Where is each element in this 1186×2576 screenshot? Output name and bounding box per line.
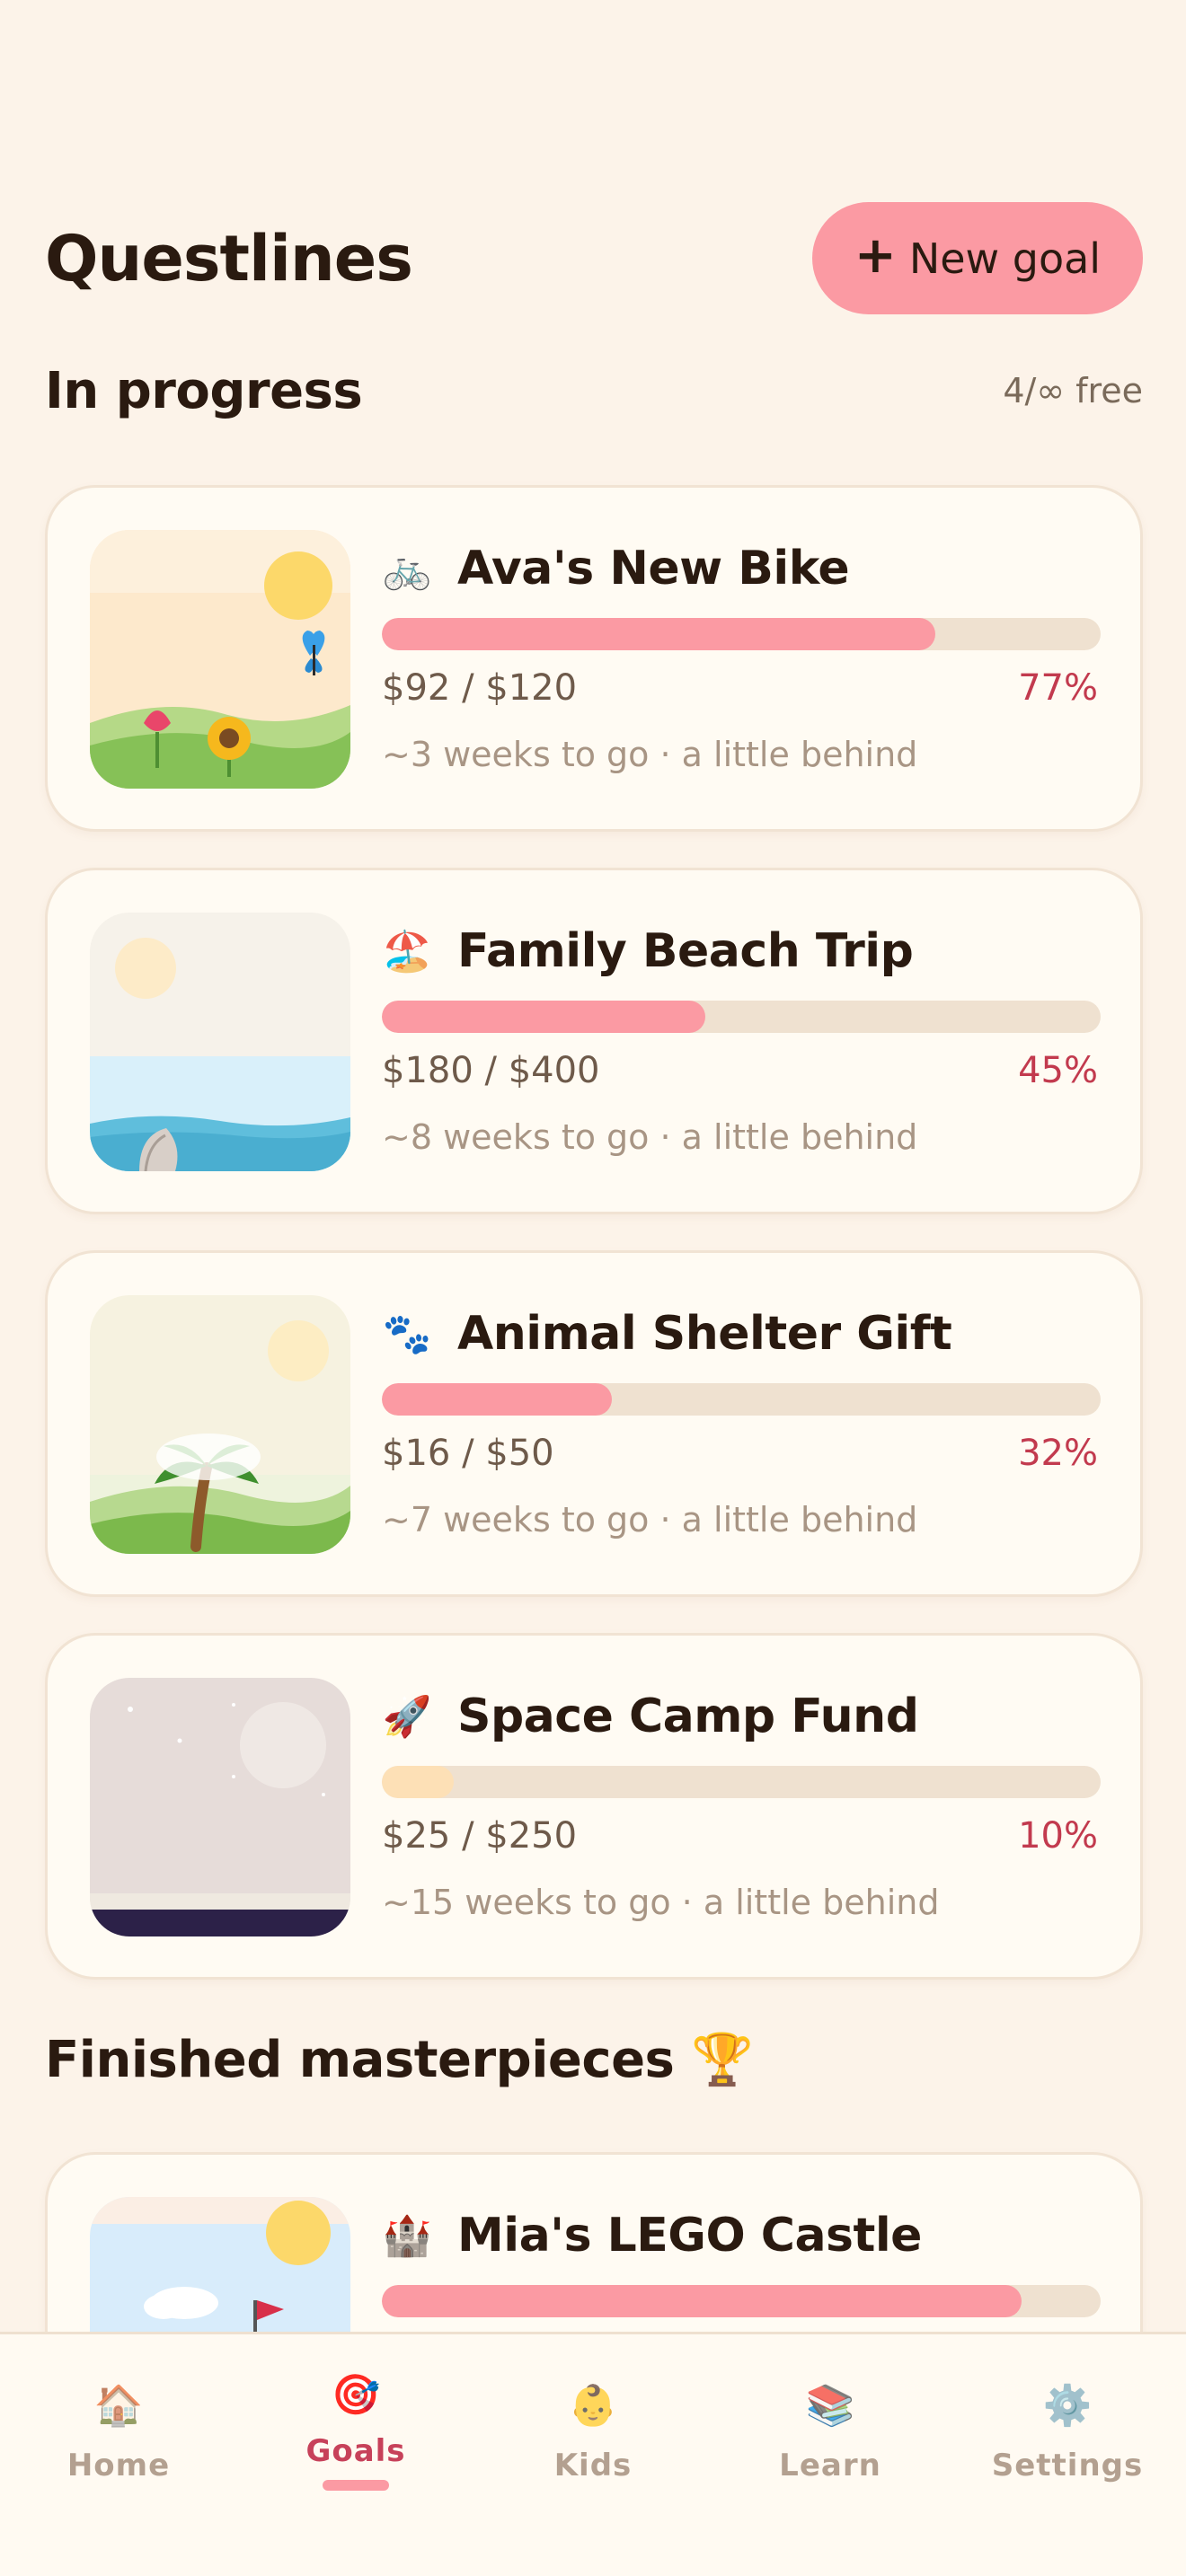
tab-label: Settings xyxy=(991,2448,1144,2483)
beach-umbrella-icon: 🏖️ xyxy=(382,929,432,975)
goal-eta: ~15 weeks to go · a little behind xyxy=(382,1883,940,1922)
rocket-icon: 🚀 xyxy=(382,1694,432,1740)
tab-label: Goals xyxy=(305,2433,406,2469)
goal-amount: $92 / $120 xyxy=(382,667,578,709)
goal-progress-fill xyxy=(382,1383,612,1416)
goal-progress-bar xyxy=(382,1001,1101,1033)
bottom-tab-bar: 🏠 Home 🎯 Goals 👶 Kids 📚 Learn ⚙️ Setting… xyxy=(0,2332,1186,2576)
goal-progress-fill xyxy=(382,2285,1022,2317)
goal-eta: ~3 weeks to go · a little behind xyxy=(382,735,918,774)
goal-name: Animal Shelter Gift xyxy=(457,1307,952,1361)
goal-quota: 4/∞ free xyxy=(1003,371,1143,410)
goal-card-space-camp[interactable]: 🚀 Space Camp Fund $25 / $250 10% ~15 wee… xyxy=(45,1633,1143,1980)
in-progress-header: In progress 4/∞ free xyxy=(45,359,1143,422)
paw-prints-icon: 🐾 xyxy=(382,1311,432,1357)
goal-progress-fill xyxy=(382,1766,454,1798)
castle-icon: 🏰 xyxy=(382,2213,432,2259)
goal-progress-bar xyxy=(382,2285,1101,2317)
tab-settings[interactable]: ⚙️ Settings xyxy=(949,2334,1186,2514)
goal-eta: ~8 weeks to go · a little behind xyxy=(382,1117,918,1157)
books-icon: 📚 xyxy=(805,2383,855,2429)
page-title: Questlines xyxy=(45,221,413,296)
active-tab-indicator xyxy=(323,2480,389,2491)
goal-illustration-beach xyxy=(90,913,350,1171)
goal-percent: 32% xyxy=(1018,1433,1098,1474)
new-goal-button[interactable]: + New goal xyxy=(812,202,1143,314)
goal-eta: ~7 weeks to go · a little behind xyxy=(382,1500,918,1539)
goal-heading: 🐾 Animal Shelter Gift xyxy=(382,1307,952,1361)
goal-illustration-island xyxy=(90,1295,350,1554)
tab-home[interactable]: 🏠 Home xyxy=(0,2334,237,2514)
finished-header: Finished masterpieces 🏆 xyxy=(45,2028,1143,2091)
goal-illustration-meadow xyxy=(90,530,350,789)
goal-card-beach-trip[interactable]: 🏖️ Family Beach Trip $180 / $400 45% ~8 … xyxy=(45,868,1143,1214)
goal-progress-bar xyxy=(382,1766,1101,1798)
tab-label: Kids xyxy=(553,2448,633,2483)
tab-label: Home xyxy=(66,2448,171,2483)
goal-heading: 🏖️ Family Beach Trip xyxy=(382,924,914,978)
tab-learn[interactable]: 📚 Learn xyxy=(712,2334,949,2514)
goal-progress-bar xyxy=(382,618,1101,650)
goal-progress-fill xyxy=(382,618,935,650)
goal-name: Space Camp Fund xyxy=(457,1689,919,1743)
plus-icon: + xyxy=(854,225,897,285)
goal-name: Mia's LEGO Castle xyxy=(457,2209,922,2263)
goal-heading: 🚲 Ava's New Bike xyxy=(382,542,850,595)
goal-card-ava-bike[interactable]: 🚲 Ava's New Bike $92 / $120 77% ~3 weeks… xyxy=(45,485,1143,832)
house-icon: 🏠 xyxy=(93,2383,144,2429)
goal-progress-bar xyxy=(382,1383,1101,1416)
goal-illustration-night-sky xyxy=(90,1678,350,1936)
goal-amount: $16 / $50 xyxy=(382,1433,554,1474)
new-goal-label: New goal xyxy=(908,234,1102,283)
target-icon: 🎯 xyxy=(331,2372,381,2418)
goal-heading: 🏰 Mia's LEGO Castle xyxy=(382,2209,923,2263)
kid-face-icon: 👶 xyxy=(568,2383,618,2429)
goal-card-animal-shelter[interactable]: 🐾 Animal Shelter Gift $16 / $50 32% ~7 w… xyxy=(45,1250,1143,1597)
finished-title: Finished masterpieces 🏆 xyxy=(45,2031,754,2089)
goal-heading: 🚀 Space Camp Fund xyxy=(382,1689,919,1743)
goal-amount: $180 / $400 xyxy=(382,1050,600,1091)
header: Questlines + New goal xyxy=(45,202,1143,314)
goal-percent: 45% xyxy=(1018,1050,1098,1091)
in-progress-title: In progress xyxy=(45,361,363,420)
gear-icon: ⚙️ xyxy=(1042,2383,1093,2429)
goal-percent: 77% xyxy=(1018,667,1098,709)
tab-label: Learn xyxy=(779,2448,881,2483)
tab-kids[interactable]: 👶 Kids xyxy=(474,2334,712,2514)
goal-percent: 10% xyxy=(1018,1815,1098,1857)
bicycle-icon: 🚲 xyxy=(382,546,432,592)
goal-progress-fill xyxy=(382,1001,705,1033)
tab-goals[interactable]: 🎯 Goals xyxy=(237,2334,474,2514)
goal-name: Family Beach Trip xyxy=(457,924,914,978)
goal-name: Ava's New Bike xyxy=(457,542,850,595)
goal-amount: $25 / $250 xyxy=(382,1815,578,1857)
